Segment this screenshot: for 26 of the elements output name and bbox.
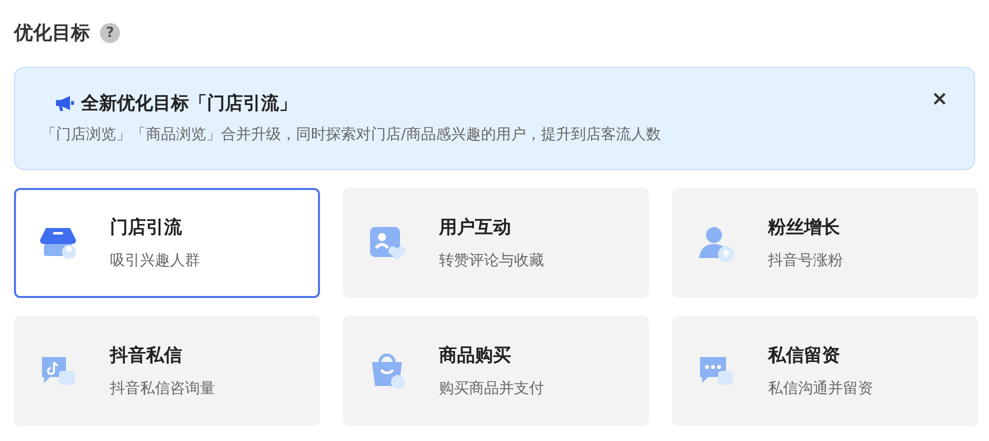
goal-title: 商品购买 — [439, 344, 512, 368]
goal-title: 私信留资 — [768, 344, 841, 368]
goal-title: 用户互动 — [439, 216, 512, 240]
close-button[interactable]: × — [931, 88, 948, 108]
person-plus-icon — [696, 224, 736, 262]
section-title: 优化目标 — [14, 20, 90, 46]
goal-subtitle: 购买商品并支付 — [439, 378, 544, 400]
goal-card[interactable]: 商品购买 购买商品并支付 — [343, 316, 649, 426]
megaphone-icon — [55, 94, 75, 112]
goal-subtitle: 抖音号涨粉 — [768, 250, 843, 272]
goal-card[interactable]: 用户互动 转赞评论与收藏 — [343, 188, 649, 298]
help-icon[interactable]: ? — [100, 23, 120, 43]
notice-text: 「门店浏览」「商品浏览」合并升级，同时探索对门店/商品感兴趣的用户，提升到店客流人数 — [41, 124, 662, 145]
user-heart-icon — [367, 224, 407, 262]
goal-subtitle: 抖音私信咨询量 — [110, 378, 215, 400]
goal-subtitle: 私信沟通并留资 — [768, 378, 873, 400]
goal-card[interactable]: 抖音私信 抖音私信咨询量 — [14, 316, 320, 426]
goal-subtitle: 吸引兴趣人群 — [110, 250, 200, 272]
notice-title: 全新优化目标「门店引流」 — [81, 92, 297, 116]
goal-card[interactable]: 私信留资 私信沟通并留资 — [672, 316, 978, 426]
goal-title: 抖音私信 — [110, 344, 183, 368]
goal-title: 门店引流 — [110, 216, 183, 240]
goal-card[interactable]: 门店引流 吸引兴趣人群 — [14, 188, 320, 298]
goal-title: 粉丝增长 — [768, 216, 841, 240]
goal-subtitle: 转赞评论与收藏 — [439, 250, 544, 272]
goal-card[interactable]: 粉丝增长 抖音号涨粉 — [672, 188, 978, 298]
